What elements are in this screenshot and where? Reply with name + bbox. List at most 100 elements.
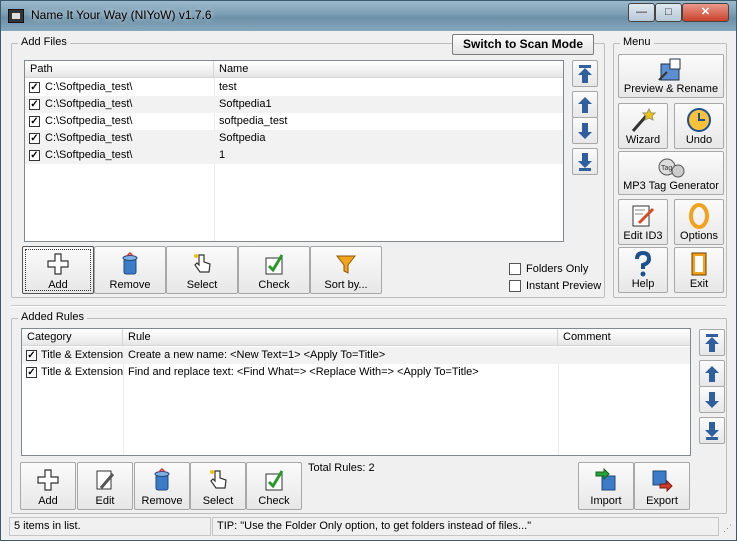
move-bottom-button[interactable] bbox=[572, 148, 598, 175]
rule-row-checkbox[interactable]: ✓ bbox=[26, 350, 37, 361]
sort-by-button[interactable]: Sort by... bbox=[310, 246, 382, 294]
trash-icon bbox=[122, 252, 138, 275]
rule-text: Find and replace text: <Find What=> <Rep… bbox=[128, 366, 479, 378]
import-button[interactable]: Import bbox=[578, 462, 634, 510]
preview-rename-button[interactable]: Preview & Rename bbox=[618, 54, 724, 98]
export-label: Export bbox=[646, 495, 678, 507]
rule-row[interactable]: ✓ Title & Extension Create a new name: <… bbox=[22, 347, 690, 364]
options-button[interactable]: Options bbox=[674, 199, 724, 245]
arrow-up-icon bbox=[705, 366, 719, 382]
check-icon bbox=[265, 254, 284, 275]
column-header-category[interactable]: Category bbox=[22, 329, 123, 346]
add-rule-label: Add bbox=[38, 495, 58, 507]
file-list[interactable]: Path Name ✓ C:\Softpedia_test\ test ✓ C:… bbox=[24, 60, 564, 242]
add-rule-button[interactable]: Add bbox=[20, 462, 76, 510]
move-up-button[interactable] bbox=[572, 91, 598, 118]
sort-by-label: Sort by... bbox=[324, 279, 368, 291]
instant-preview-checkbox[interactable] bbox=[509, 280, 521, 292]
import-label: Import bbox=[590, 495, 622, 507]
file-row[interactable]: ✓ C:\Softpedia_test\ Softpedia1 bbox=[25, 96, 563, 113]
export-icon bbox=[652, 470, 673, 492]
file-name: Softpedia1 bbox=[219, 98, 272, 110]
exit-label: Exit bbox=[689, 278, 709, 290]
file-row-checkbox[interactable]: ✓ bbox=[29, 82, 40, 93]
exit-button[interactable]: Exit bbox=[674, 247, 724, 293]
undo-clock-icon bbox=[687, 108, 711, 132]
move-down-button[interactable] bbox=[572, 117, 598, 144]
column-header-rule[interactable]: Rule bbox=[123, 329, 558, 346]
rule-text: Create a new name: <New Text=1> <Apply T… bbox=[128, 349, 386, 361]
switch-scan-mode-button[interactable]: Switch to Scan Mode bbox=[452, 34, 594, 55]
close-button[interactable]: ✕ bbox=[682, 3, 729, 22]
maximize-button[interactable]: □ bbox=[655, 3, 682, 22]
hand-pointer-icon bbox=[210, 470, 227, 489]
rule-move-top-button[interactable] bbox=[699, 329, 725, 356]
preview-rename-icon bbox=[658, 58, 681, 81]
select-rule-button[interactable]: Select bbox=[190, 462, 246, 510]
rule-move-bottom-button[interactable] bbox=[699, 417, 725, 444]
resize-grip-icon[interactable]: ⋰ bbox=[723, 523, 732, 534]
edit-id3-button[interactable]: Edit ID3 bbox=[618, 199, 668, 245]
help-button[interactable]: Help bbox=[618, 247, 668, 293]
export-button[interactable]: Export bbox=[634, 462, 690, 510]
folders-only-checkbox[interactable] bbox=[509, 263, 521, 275]
file-row-checkbox[interactable]: ✓ bbox=[29, 133, 40, 144]
trash-icon bbox=[154, 468, 170, 491]
instant-preview-label: Instant Preview bbox=[526, 280, 602, 292]
file-row[interactable]: ✓ C:\Softpedia_test\ test bbox=[25, 79, 563, 96]
add-icon bbox=[47, 253, 69, 275]
mp3-tag-generator-label: MP3 Tag Generator bbox=[623, 180, 719, 192]
select-file-button[interactable]: Select bbox=[166, 246, 238, 294]
check-rule-button[interactable]: Check bbox=[246, 462, 302, 510]
check-rule-label: Check bbox=[258, 495, 290, 507]
total-rules-count: Total Rules: 2 bbox=[308, 462, 375, 474]
file-row[interactable]: ✓ C:\Softpedia_test\ softpedia_test bbox=[25, 113, 563, 130]
check-file-button[interactable]: Check bbox=[238, 246, 310, 294]
add-file-button[interactable]: Add bbox=[22, 246, 94, 294]
mp3-tag-generator-button[interactable]: Tag MP3 Tag Generator bbox=[618, 151, 724, 195]
rules-list[interactable]: Category Rule Comment ✓ Title & Extensio… bbox=[21, 328, 691, 456]
add-icon bbox=[37, 469, 59, 491]
rule-row[interactable]: ✓ Title & Extension Find and replace tex… bbox=[22, 364, 690, 381]
preview-rename-label: Preview & Rename bbox=[623, 83, 719, 95]
rule-move-up-button[interactable] bbox=[699, 360, 725, 387]
undo-button[interactable]: Undo bbox=[674, 103, 724, 149]
file-row-checkbox[interactable]: ✓ bbox=[29, 116, 40, 127]
select-rule-label: Select bbox=[202, 495, 234, 507]
file-name: test bbox=[219, 81, 237, 93]
file-row-checkbox[interactable]: ✓ bbox=[29, 99, 40, 110]
rule-move-down-button[interactable] bbox=[699, 386, 725, 413]
move-top-button[interactable] bbox=[572, 60, 598, 87]
file-path: C:\Softpedia_test\ bbox=[45, 81, 133, 93]
file-row[interactable]: ✓ C:\Softpedia_test\ Softpedia bbox=[25, 130, 563, 147]
status-item-count: 5 items in list. bbox=[9, 517, 211, 536]
arrow-down-icon bbox=[578, 123, 592, 139]
column-header-path[interactable]: Path bbox=[25, 61, 214, 78]
folders-only-label: Folders Only bbox=[526, 263, 589, 275]
file-row-checkbox[interactable]: ✓ bbox=[29, 150, 40, 161]
import-icon bbox=[595, 468, 616, 491]
status-tip: TIP: "Use the Folder Only option, to get… bbox=[212, 517, 719, 536]
exit-door-icon bbox=[691, 252, 707, 276]
check-file-label: Check bbox=[258, 279, 290, 291]
move-top-icon bbox=[578, 65, 592, 83]
column-header-comment[interactable]: Comment bbox=[558, 329, 690, 346]
edit-id3-label: Edit ID3 bbox=[623, 230, 663, 242]
remove-file-button[interactable]: Remove bbox=[94, 246, 166, 294]
edit-id3-icon bbox=[632, 205, 655, 227]
column-header-name[interactable]: Name bbox=[214, 61, 563, 78]
file-row[interactable]: ✓ C:\Softpedia_test\ 1 bbox=[25, 147, 563, 164]
rule-row-checkbox[interactable]: ✓ bbox=[26, 367, 37, 378]
edit-rule-label: Edit bbox=[95, 495, 115, 507]
rule-category: Title & Extension bbox=[41, 366, 124, 378]
remove-rule-button[interactable]: Remove bbox=[134, 462, 190, 510]
wizard-button[interactable]: Wizard bbox=[618, 103, 668, 149]
title-bar[interactable]: Name It Your Way (NIYoW) v1.7.6 — □ ✕ bbox=[1, 1, 736, 31]
remove-file-label: Remove bbox=[109, 279, 151, 291]
help-label: Help bbox=[631, 278, 655, 290]
minimize-button[interactable]: — bbox=[628, 3, 655, 22]
edit-rule-button[interactable]: Edit bbox=[77, 462, 133, 510]
tag-gears-icon: Tag bbox=[658, 158, 685, 178]
funnel-icon bbox=[335, 255, 357, 274]
check-icon bbox=[265, 470, 284, 491]
